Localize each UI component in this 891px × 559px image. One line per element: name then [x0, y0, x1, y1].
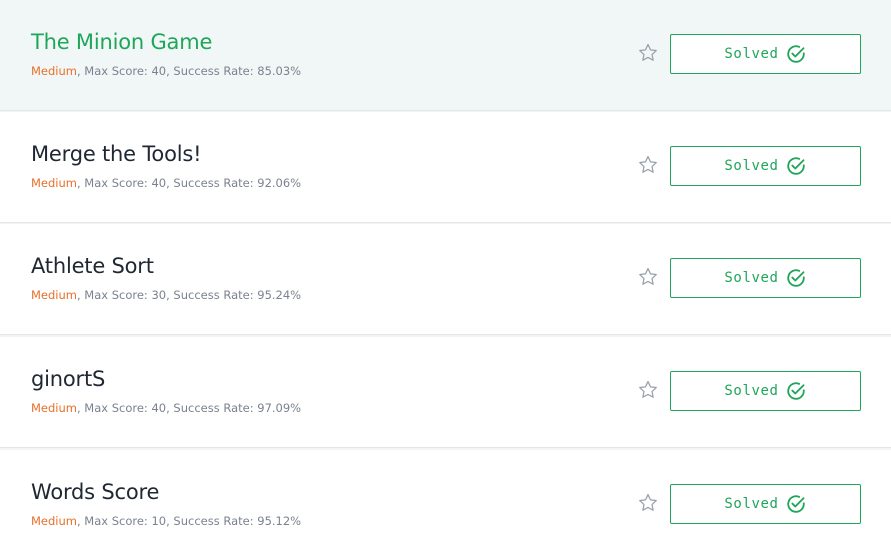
check-circle-icon [786, 157, 805, 175]
check-circle-icon [786, 269, 805, 287]
challenge-meta: Medium, Max Score: 40, Success Rate: 97.… [31, 401, 301, 415]
challenge-row[interactable]: ginortS Medium, Max Score: 40, Success R… [0, 337, 891, 448]
difficulty-label: Medium [31, 176, 77, 190]
challenge-stats: , Max Score: 40, Success Rate: 92.06% [76, 176, 302, 190]
challenge-stats: , Max Score: 10, Success Rate: 95.12% [76, 514, 302, 528]
check-circle-icon [786, 45, 805, 63]
challenge-row[interactable]: Athlete Sort Medium, Max Score: 30, Succ… [0, 224, 891, 335]
check-circle-icon [786, 495, 805, 513]
solved-button[interactable]: Solved [670, 371, 861, 411]
star-outline-icon[interactable] [637, 379, 659, 401]
difficulty-label: Medium [31, 288, 77, 302]
solved-button[interactable]: Solved [670, 484, 861, 524]
solved-label: Solved [724, 270, 779, 286]
solved-label: Solved [724, 496, 779, 512]
challenge-title[interactable]: Words Score [31, 480, 159, 504]
challenge-meta: Medium, Max Score: 40, Success Rate: 92.… [31, 176, 301, 190]
solved-button[interactable]: Solved [670, 146, 861, 186]
challenge-title[interactable]: Athlete Sort [31, 254, 154, 278]
difficulty-label: Medium [31, 64, 77, 78]
solved-label: Solved [724, 158, 779, 174]
star-outline-icon[interactable] [637, 42, 659, 64]
check-circle-icon [786, 382, 805, 400]
difficulty-label: Medium [31, 514, 77, 528]
challenge-stats: , Max Score: 40, Success Rate: 97.09% [76, 401, 302, 415]
challenge-meta: Medium, Max Score: 40, Success Rate: 85.… [31, 64, 301, 78]
solved-label: Solved [724, 46, 779, 62]
challenge-stats: , Max Score: 40, Success Rate: 85.03% [76, 64, 302, 78]
challenge-stats: , Max Score: 30, Success Rate: 95.24% [76, 288, 302, 302]
star-outline-icon[interactable] [637, 154, 659, 176]
challenge-title[interactable]: Merge the Tools! [31, 142, 202, 166]
challenge-row[interactable]: Merge the Tools! Medium, Max Score: 40, … [0, 112, 891, 223]
challenge-row[interactable]: The Minion Game Medium, Max Score: 40, S… [0, 0, 891, 111]
difficulty-label: Medium [31, 401, 77, 415]
challenge-title[interactable]: The Minion Game [31, 30, 212, 54]
challenge-meta: Medium, Max Score: 30, Success Rate: 95.… [31, 288, 301, 302]
challenge-title[interactable]: ginortS [31, 367, 105, 391]
challenge-row[interactable]: Words Score Medium, Max Score: 10, Succe… [0, 450, 891, 559]
solved-button[interactable]: Solved [670, 258, 861, 298]
star-outline-icon[interactable] [637, 492, 659, 514]
challenge-meta: Medium, Max Score: 10, Success Rate: 95.… [31, 514, 301, 528]
solved-button[interactable]: Solved [670, 34, 861, 74]
star-outline-icon[interactable] [637, 266, 659, 288]
challenge-list: The Minion Game Medium, Max Score: 40, S… [0, 0, 891, 559]
solved-label: Solved [724, 383, 779, 399]
